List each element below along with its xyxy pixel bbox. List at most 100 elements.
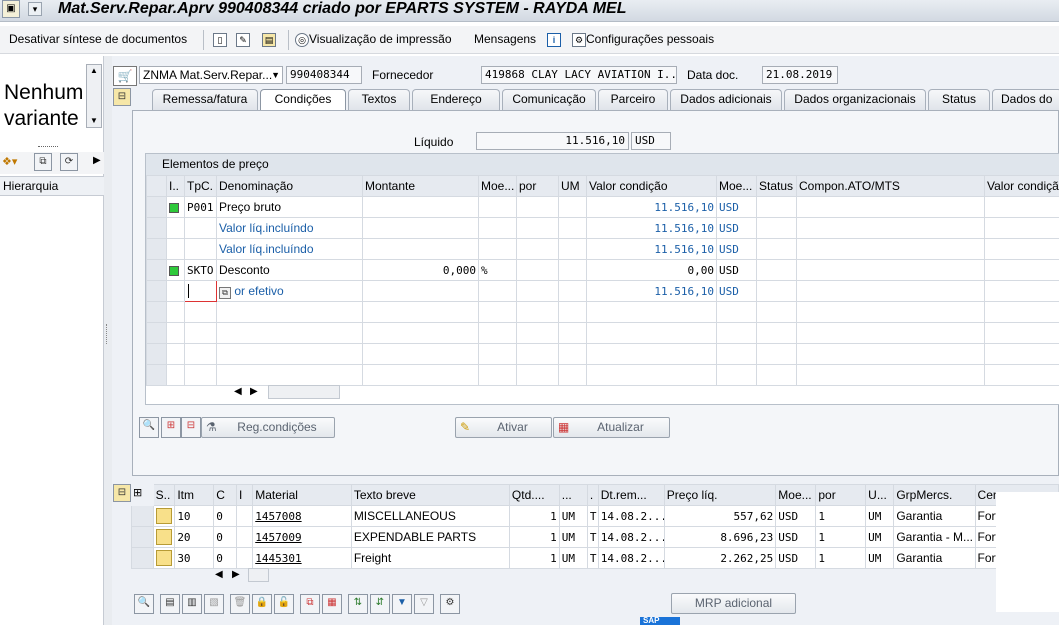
app-menu-arrow-icon[interactable]: ▾ [28,2,42,16]
new-document-icon[interactable]: ▯ [213,32,227,47]
hierarchy-header[interactable]: Hierarquia [0,176,104,196]
sort-ascending-icon[interactable]: ⇅ [348,594,368,614]
filter-icon[interactable]: ▼ [392,594,412,614]
scroll-left-icon[interactable]: ◀ [234,386,242,397]
um-cell[interactable] [558,196,587,218]
filter-icon[interactable]: ❖▾ [2,155,17,168]
row-selector[interactable] [146,217,167,239]
condition-detail-icon[interactable]: 🔍 [139,417,159,438]
services-icon[interactable]: ⚙ [440,594,460,614]
col-um[interactable]: ... [558,484,588,506]
col-moeda[interactable]: Moe... [775,484,817,506]
tab-condicoes[interactable]: Condições [260,89,346,111]
cart-icon[interactable]: 🛒 [113,66,137,86]
tab-remessa-fatura[interactable]: Remessa/fatura [152,89,258,110]
um-cell[interactable] [558,259,587,281]
material-link[interactable]: 1457008 [255,510,301,523]
tab-textos[interactable]: Textos [348,89,410,110]
unlock-icon[interactable]: 🔓 [274,594,294,614]
montante-cell[interactable]: 0,000 [362,259,479,281]
col-u[interactable]: U... [865,484,895,506]
tab-parceiro[interactable]: Parceiro [598,89,668,110]
scroll-right-icon[interactable]: ▶ [250,386,258,397]
print-preview-button[interactable]: ◎ Visualização de impressão [295,32,452,47]
row-selector[interactable] [146,238,167,260]
items-scroll-right-icon[interactable]: ▶ [232,569,240,580]
por-cell[interactable] [516,196,559,218]
col-por[interactable]: por [516,175,559,197]
variant-scrollbar[interactable]: ▲ ▼ [86,64,102,128]
col-valor-condicao[interactable]: Valor condição [586,175,717,197]
collapse-items-icon[interactable]: ⊟ [113,484,131,502]
select-block-icon[interactable]: ▧ [204,594,224,614]
resize-grip[interactable] [38,146,58,148]
table-row[interactable]: SKTO Desconto 0,000 % 0,00 USD [146,259,1059,281]
tab-dados-adicionais[interactable]: Dados adicionais [670,89,782,110]
delete-row-icon[interactable]: ⊟ [181,417,201,438]
col-grp-mercs[interactable]: GrpMercs. [893,484,976,506]
tab-dados-do[interactable]: Dados do [992,89,1059,110]
clipboard-icon[interactable]: ▤ [262,32,276,47]
splitter-grip[interactable] [106,324,109,344]
select-all-icon[interactable]: ▤ [160,594,180,614]
copy-icon[interactable]: ⧉ [34,153,52,171]
pane-splitter[interactable] [104,56,112,625]
row-selector[interactable] [146,343,167,365]
item-row[interactable]: 30 0 1445301 Freight 1 UM T 14.08.2... 2… [131,547,1059,569]
col-moeda[interactable]: Moe... [478,175,517,197]
document-type-select[interactable]: ZNMA Mat.Serv.Repar... ▼ [139,66,283,84]
expand-arrow-icon[interactable]: ▶ [93,155,101,166]
table-row[interactable]: Valor líq.incluíndo 11.516,10 USD [146,238,1059,260]
col-i[interactable]: I.. [166,175,185,197]
row-selector[interactable] [146,364,167,386]
item-detail-icon[interactable]: 🔍 [134,594,154,614]
moeda-cell[interactable]: % [478,259,517,281]
table-row[interactable]: Valor líq.incluíndo 11.516,10 USD [146,217,1059,239]
table-row[interactable]: ⧉ or efetivo 11.516,10 USD [146,280,1059,302]
col-t[interactable]: . [586,484,599,506]
pricing-hscroll-thumb[interactable] [268,385,340,399]
row-selector[interactable] [131,505,154,527]
tpc-cell[interactable]: SKTO [184,259,217,281]
material-link[interactable]: 1457009 [255,531,301,544]
col-denominacao[interactable]: Denominação [216,175,363,197]
data-doc-field[interactable]: 21.08.2019 [762,66,838,84]
col-valor-condicao-2[interactable]: Valor condição [984,175,1059,197]
item-row[interactable]: 20 0 1457009 EXPENDABLE PARTS 1 UM T 14.… [131,526,1059,548]
col-itm[interactable]: Itm [174,484,215,506]
ativar-button[interactable]: ✎ Ativar [455,417,552,438]
fornecedor-field[interactable]: 419868 CLAY LACY AVIATION I... [481,66,677,84]
mensagens-button[interactable]: Mensagens [474,32,536,46]
material-cell[interactable]: 1457008 [252,505,352,527]
moeda-cell[interactable] [478,196,517,218]
row-selector[interactable] [131,547,154,569]
col-material[interactable]: Material [252,484,352,506]
copy-item-icon[interactable]: ⧉ [300,594,320,614]
col-por[interactable]: por [815,484,867,506]
edit-icon[interactable]: ✎ [236,32,250,47]
collapse-header-icon[interactable]: ⊟ [113,88,131,106]
row-selector[interactable] [131,526,154,548]
material-link[interactable]: 1445301 [255,552,301,565]
row-selector[interactable] [146,196,167,218]
col-preco-liq[interactable]: Preço líq. [663,484,777,506]
document-number-field[interactable]: 990408344 [286,66,362,84]
col-status[interactable]: Status [756,175,797,197]
refresh-icon[interactable]: ⟳ [60,153,78,171]
row-selector[interactable] [146,280,167,302]
paste-item-icon[interactable]: ▦ [322,594,342,614]
tab-comunicacao[interactable]: Comunicação [502,89,596,110]
material-cell[interactable]: 1445301 [252,547,352,569]
items-scroll-left-icon[interactable]: ◀ [215,569,223,580]
info-icon[interactable]: i [547,32,561,47]
remove-filter-icon[interactable]: ▽ [414,594,434,614]
tpc-input-cell[interactable] [184,280,217,302]
table-row[interactable]: P001 Preço bruto 11.516,10 USD [146,196,1059,218]
col-dt-rem[interactable]: Dt.rem... [597,484,665,506]
mrp-adicional-button[interactable]: MRP adicional [671,593,796,614]
col-c[interactable]: C [213,484,238,506]
col-i[interactable]: I [236,484,254,506]
app-menu-icon[interactable]: ▣ [2,0,20,18]
tab-status[interactable]: Status [928,89,990,110]
f4-help-icon[interactable]: ⧉ [219,286,231,299]
